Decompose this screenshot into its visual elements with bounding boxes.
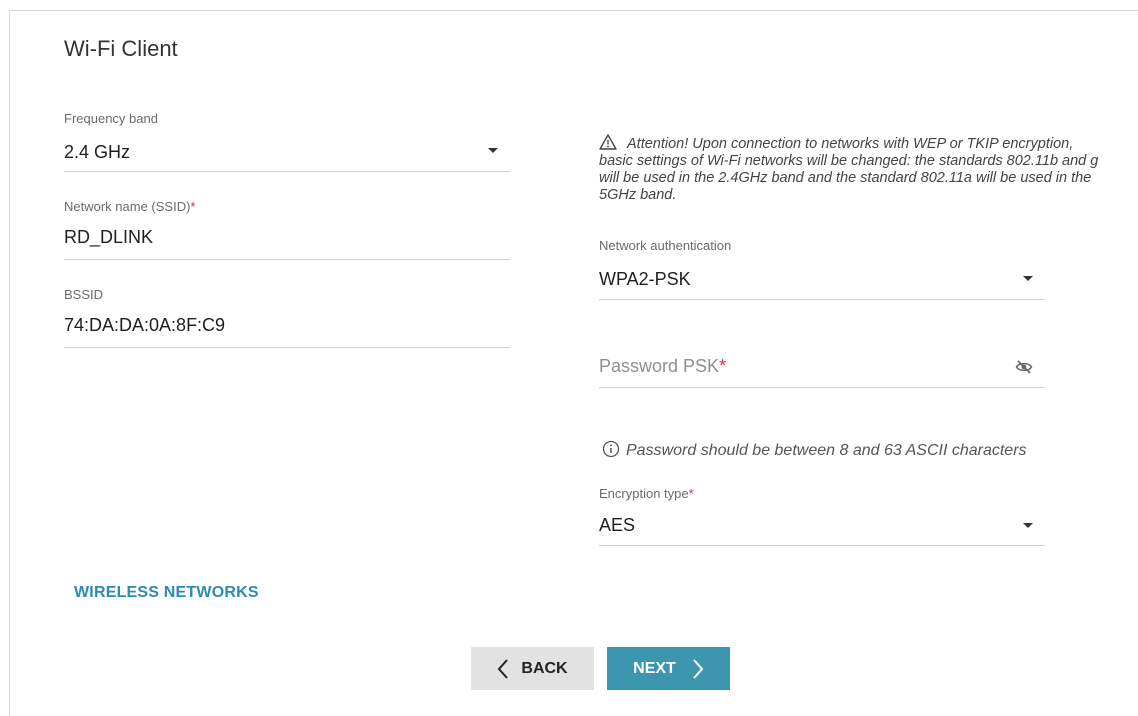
frequency-band-value: 2.4 GHz — [64, 142, 131, 162]
required-mark: * — [688, 486, 694, 501]
chevron-right-icon — [692, 658, 704, 680]
attention-notice: Attention! Upon connection to networks w… — [599, 134, 1109, 204]
attention-text: Attention! Upon connection to networks w… — [599, 136, 1099, 203]
ssid-value: RD_DLINK — [64, 227, 154, 247]
required-mark: * — [190, 199, 196, 214]
bssid-field[interactable]: BSSID 74:DA:DA:0A:8F:C9 — [64, 287, 510, 348]
warning-icon — [599, 134, 617, 150]
info-icon — [602, 440, 620, 458]
password-hint-text: Password should be between 8 and 63 ASCI… — [626, 442, 1027, 459]
back-button[interactable]: BACK — [471, 647, 594, 690]
frequency-band-label: Frequency band — [64, 111, 158, 126]
wireless-networks-link[interactable]: WIRELESS NETWORKS — [74, 584, 259, 602]
network-authentication-select[interactable]: Network authentication WPA2-PSK — [599, 238, 1045, 300]
chevron-left-icon — [497, 658, 509, 680]
encryption-type-select[interactable]: Encryption type* AES — [599, 486, 1045, 546]
bssid-label: BSSID — [64, 287, 104, 302]
required-mark: * — [719, 356, 727, 376]
bssid-value: 74:DA:DA:0A:8F:C9 — [64, 315, 226, 335]
eye-off-icon[interactable] — [1015, 359, 1033, 380]
chevron-down-icon — [1023, 276, 1033, 281]
password-hint: Password should be between 8 and 63 ASCI… — [602, 440, 1027, 460]
password-psk-field[interactable]: Password PSK* — [599, 344, 1045, 388]
password-psk-placeholder: Password PSK* — [599, 356, 727, 376]
frequency-band-select[interactable]: Frequency band 2.4 GHz — [64, 111, 510, 172]
network-authentication-label: Network authentication — [599, 238, 732, 253]
next-button-label: NEXT — [633, 659, 676, 677]
encryption-type-label: Encryption type* — [599, 486, 694, 501]
back-button-label: BACK — [521, 659, 568, 677]
page-title: Wi-Fi Client — [64, 36, 178, 61]
network-authentication-value: WPA2-PSK — [599, 269, 691, 289]
encryption-type-value: AES — [599, 515, 636, 535]
ssid-label: Network name (SSID)* — [64, 199, 196, 214]
chevron-down-icon — [488, 148, 498, 153]
next-button[interactable]: NEXT — [607, 647, 730, 690]
chevron-down-icon — [1023, 523, 1033, 528]
ssid-field[interactable]: Network name (SSID)* RD_DLINK — [64, 199, 510, 260]
